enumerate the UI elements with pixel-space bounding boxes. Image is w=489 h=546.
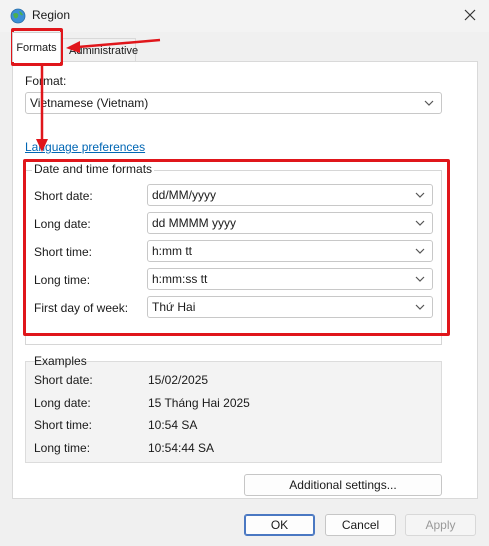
title-bar: Region [0,0,489,32]
apply-button[interactable]: Apply [405,514,476,536]
format-label: Format: [25,74,67,88]
example-short-time-label: Short time: [34,418,93,432]
examples-title: Examples [34,354,87,368]
tab-formats-label: Formats [16,41,57,54]
cancel-button[interactable]: Cancel [325,514,396,536]
close-icon [464,9,476,21]
chevron-down-icon [424,100,434,106]
annotation-box-date-time-formats [23,159,450,336]
close-button[interactable] [456,2,484,28]
tab-administrative[interactable]: Administrative [62,38,139,62]
example-short-date-label: Short date: [34,373,93,387]
language-preferences-link[interactable]: Language preferences [25,140,145,154]
example-short-time-value: 10:54 SA [148,418,198,432]
region-dialog: Region Formats Administrative Format: Vi… [0,0,489,546]
example-long-time-value: 10:54:44 SA [148,441,215,455]
format-dropdown[interactable]: Vietnamese (Vietnam) [25,92,442,114]
example-long-date-label: Long date: [34,396,91,410]
window-title: Region [32,8,71,22]
additional-settings-button[interactable]: Additional settings... [244,474,442,496]
globe-icon [10,8,26,24]
tab-formats[interactable]: Formats [12,32,61,62]
tab-administrative-label: Administrative [69,44,139,57]
ok-button[interactable]: OK [244,514,315,536]
example-long-time-label: Long time: [34,441,91,455]
format-value: Vietnamese (Vietnam) [30,96,149,110]
example-short-date-value: 15/02/2025 [148,373,209,387]
example-long-date-value: 15 Tháng Hai 2025 [148,396,250,410]
